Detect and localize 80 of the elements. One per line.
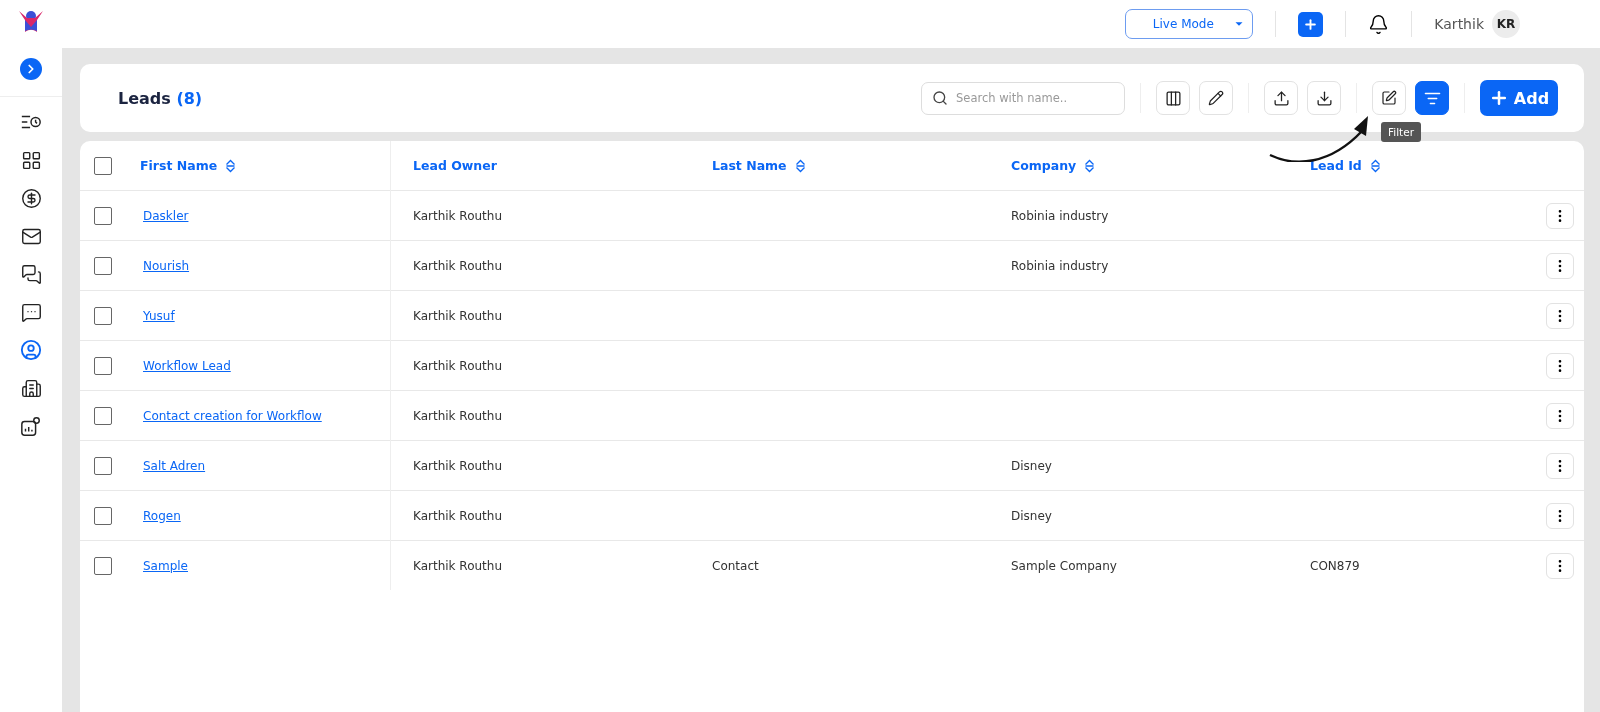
plus-icon <box>1303 16 1319 32</box>
download-button[interactable] <box>1307 81 1341 115</box>
table-cell: Karthik Routhu <box>413 408 502 423</box>
select-all-checkbox[interactable] <box>94 156 112 175</box>
table-cell: CON879 <box>1310 558 1360 573</box>
row-checkbox[interactable] <box>94 556 112 575</box>
edit-button[interactable] <box>1199 81 1233 115</box>
user-icon <box>20 339 42 361</box>
bulk-edit-button[interactable] <box>1372 81 1406 115</box>
table-cell: Robinia industry <box>1011 258 1109 273</box>
filter-button[interactable] <box>1415 81 1449 115</box>
lead-link[interactable]: Contact creation for Workflow <box>140 408 322 423</box>
notification-button[interactable] <box>1368 13 1390 35</box>
bell-icon <box>1368 13 1390 35</box>
row-menu-button[interactable] <box>1546 302 1574 329</box>
add-button[interactable]: Add <box>1480 80 1558 116</box>
table-cell: Karthik Routhu <box>413 508 502 523</box>
lead-link[interactable]: Workflow Lead <box>140 358 231 373</box>
row-menu-button[interactable] <box>1546 502 1574 529</box>
chat-icon <box>20 301 42 323</box>
row-menu-button[interactable] <box>1546 452 1574 479</box>
search-field[interactable]: Search with name.. <box>921 81 1125 115</box>
search-icon <box>932 89 948 106</box>
row-menu-button[interactable] <box>1546 252 1574 279</box>
table-cell: Karthik Routhu <box>413 558 502 573</box>
row-checkbox[interactable] <box>94 406 112 425</box>
table-cell: Karthik Routhu <box>413 358 502 373</box>
row-checkbox[interactable] <box>94 256 112 275</box>
user-avatar[interactable]: KR <box>1492 10 1520 38</box>
user-name: Karthik <box>1434 16 1484 32</box>
dollar-icon <box>20 187 42 209</box>
table-cell: Karthik Routhu <box>413 258 502 273</box>
chat-bubbles-icon <box>20 263 42 285</box>
lead-link[interactable]: Rogen <box>140 508 181 523</box>
row-menu-button[interactable] <box>1546 402 1574 429</box>
edit-square-icon <box>1381 90 1397 106</box>
row-checkbox[interactable] <box>94 206 112 225</box>
lead-link[interactable]: Salt Adren <box>140 458 206 473</box>
download-icon <box>1315 89 1333 107</box>
pencil-icon <box>1208 90 1224 106</box>
table-cell: Disney <box>1011 508 1052 523</box>
row-checkbox[interactable] <box>94 506 112 525</box>
filter-tooltip: Filter <box>1381 122 1421 142</box>
columns-icon <box>1164 89 1182 107</box>
column-header: Company <box>1011 158 1077 173</box>
table-cell: Sample Company <box>1011 558 1117 573</box>
table-cell: Robinia industry <box>1011 208 1109 223</box>
sort-icon[interactable] <box>1369 158 1381 173</box>
expand-button[interactable] <box>20 58 42 80</box>
column-header: Last Name <box>712 158 787 173</box>
row-checkbox[interactable] <box>94 356 112 375</box>
building-icon <box>20 377 42 399</box>
column-header: Lead Owner <box>413 158 497 173</box>
sort-icon[interactable] <box>1084 158 1096 173</box>
lead-link[interactable]: Sample <box>140 558 188 573</box>
chart-gear-icon <box>20 415 42 437</box>
column-header: Lead Id <box>1310 158 1362 173</box>
table-cell: Disney <box>1011 458 1052 473</box>
sort-icon[interactable] <box>225 158 237 173</box>
upload-icon <box>1272 89 1290 107</box>
mode-dropdown[interactable]: Live Mode <box>1125 9 1254 39</box>
row-checkbox[interactable] <box>94 306 112 325</box>
columns-button[interactable] <box>1156 81 1190 115</box>
table-cell: Karthik Routhu <box>413 308 502 323</box>
row-menu-button[interactable] <box>1546 552 1574 579</box>
lead-link[interactable]: Daskler <box>140 208 189 223</box>
row-checkbox[interactable] <box>94 456 112 475</box>
create-button[interactable] <box>1298 11 1324 37</box>
sort-icon[interactable] <box>794 158 806 173</box>
column-header: First Name <box>140 158 218 173</box>
upload-button[interactable] <box>1264 81 1298 115</box>
table-cell: Contact <box>712 558 759 573</box>
grid-icon <box>20 149 42 171</box>
page-title: Leads (8) <box>118 88 204 108</box>
table-cell: Karthik Routhu <box>413 208 502 223</box>
lead-link[interactable]: Nourish <box>140 258 190 273</box>
table-cell: Karthik Routhu <box>413 458 502 473</box>
row-menu-button[interactable] <box>1546 202 1574 229</box>
lead-link[interactable]: Yusuf <box>140 308 175 323</box>
row-menu-button[interactable] <box>1546 352 1574 379</box>
